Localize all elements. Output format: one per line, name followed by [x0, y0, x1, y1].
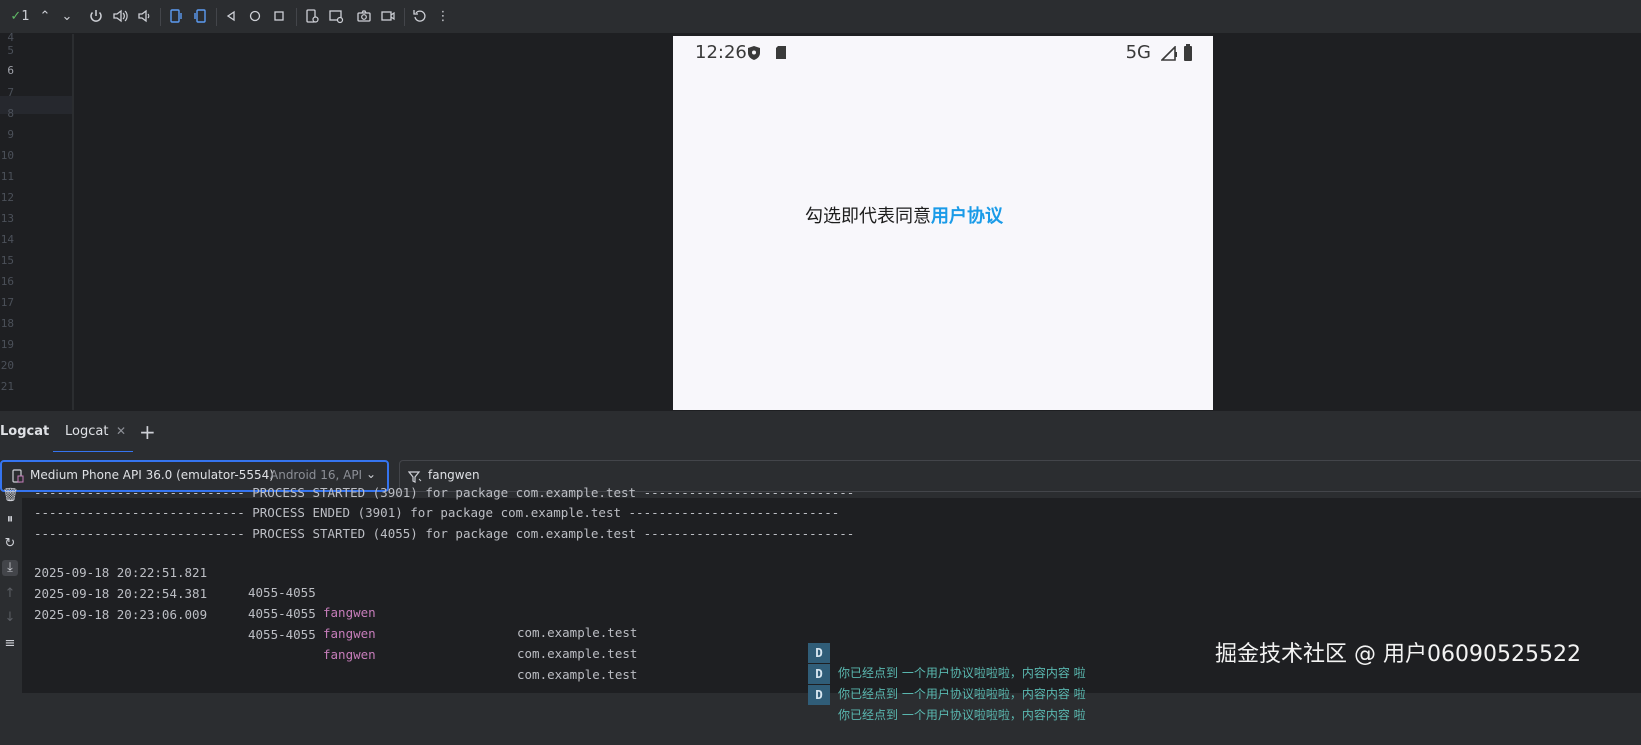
- log-level-badge: D: [808, 643, 830, 663]
- back-icon[interactable]: [224, 8, 240, 26]
- clear-log-icon[interactable]: 🗑: [2, 488, 19, 504]
- line-number: 17: [0, 296, 14, 309]
- device-icon: [12, 468, 24, 487]
- line-number: 12: [0, 191, 14, 204]
- chevron-down-icon[interactable]: ⌄: [60, 8, 74, 26]
- add-tab-icon[interactable]: +: [139, 420, 156, 444]
- process-line: ---------------------------- PROCESS END…: [34, 505, 840, 520]
- snapshot-icon[interactable]: [328, 8, 346, 26]
- arrow-up-icon[interactable]: ↑: [2, 586, 18, 602]
- restart-icon[interactable]: ↻: [2, 536, 18, 552]
- device-api: Android 16, API: [270, 468, 363, 482]
- line-number: 13: [0, 212, 14, 225]
- line-number: 4: [7, 31, 14, 44]
- power-icon[interactable]: [88, 8, 106, 26]
- network-type: 5G: [1125, 42, 1151, 63]
- log-package: com.example.test: [517, 625, 638, 640]
- chevron-down-icon: ⌄: [366, 467, 377, 481]
- emulator-toolbar: ✓1 ⌃ ⌄ ⋮: [0, 0, 1641, 34]
- line-number: 7: [7, 86, 14, 99]
- record-icon[interactable]: [380, 8, 398, 26]
- log-level-badge: D: [808, 685, 830, 705]
- log-entry[interactable]: 2025-09-18 20:22:54.381 4055-4055 fangwe…: [22, 564, 1641, 701]
- log-message: 你已经点到 一个用户协议啦啦啦，内容内容 啦: [838, 687, 1086, 701]
- line-number: 15: [0, 254, 14, 267]
- process-line: ---------------------------- PROCESS STA…: [34, 485, 855, 500]
- log-message: 你已经点到 一个用户协议啦啦啦，内容内容 啦: [838, 708, 1086, 722]
- log-pid: 4055-4055: [248, 606, 316, 621]
- volume-up-icon[interactable]: [112, 8, 130, 26]
- rotate-right-icon[interactable]: [192, 8, 210, 26]
- scroll-to-end-icon[interactable]: ⤓: [2, 560, 18, 576]
- run-status[interactable]: ✓1: [6, 8, 34, 26]
- line-number: 20: [0, 359, 14, 372]
- log-tag: fangwen: [323, 605, 376, 620]
- reset-icon[interactable]: [412, 8, 430, 26]
- user-agreement-link[interactable]: 用户协议: [931, 206, 1003, 227]
- log-datetime: 2025-09-18 20:23:06.009: [34, 607, 208, 622]
- close-icon[interactable]: ✕: [116, 424, 126, 438]
- log-tag: fangwen: [323, 626, 376, 641]
- line-number: 21: [0, 380, 14, 393]
- log-package: com.example.test: [517, 646, 638, 661]
- logcat-side-toolbar: 🗑 ⏸ ↻ ⤓ ↑ ↓ ≡: [0, 488, 20, 693]
- line-number: 9: [7, 128, 14, 141]
- device-name: Medium Phone API 36.0 (emulator-5554): [30, 468, 274, 482]
- chevron-up-icon[interactable]: ⌃: [38, 8, 52, 26]
- log-entry[interactable]: 2025-09-18 20:22:51.821 4055-4055 fangwe…: [22, 543, 1641, 680]
- home-icon[interactable]: [248, 8, 264, 26]
- log-entry[interactable]: 2025-09-18 20:23:06.009 4055-4055 fangwe…: [22, 585, 1641, 722]
- emulator-screen[interactable]: 12:26 5G 勾选即代表同意用户协议: [673, 36, 1213, 410]
- pause-icon[interactable]: ⏸: [2, 512, 18, 528]
- line-number: 18: [0, 317, 14, 330]
- panel-title: Logcat: [0, 424, 50, 439]
- line-number: 11: [0, 170, 14, 183]
- filter-value: fangwen: [428, 468, 480, 482]
- log-tag: fangwen: [323, 647, 376, 662]
- tab-logcat[interactable]: Logcat ✕: [53, 411, 133, 453]
- line-number: 8: [7, 107, 14, 120]
- agreement-label: 勾选即代表同意: [805, 206, 931, 227]
- fold-icon[interactable]: [304, 8, 322, 26]
- log-pid: 4055-4055: [248, 627, 316, 642]
- line-number: 14: [0, 233, 14, 246]
- signal-icon: [1160, 45, 1177, 65]
- line-number: 10: [0, 149, 14, 162]
- sdcard-icon: [775, 45, 787, 64]
- more-icon[interactable]: ⋮: [436, 8, 450, 26]
- process-line: ---------------------------- PROCESS STA…: [34, 526, 855, 541]
- logcat-tab-bar: Logcat Logcat ✕ +: [0, 410, 1641, 453]
- agreement-text[interactable]: 勾选即代表同意用户协议: [805, 202, 1003, 228]
- tab-label: Logcat: [65, 424, 109, 439]
- soft-wrap-icon[interactable]: ≡: [2, 636, 18, 652]
- log-level-badge: D: [808, 664, 830, 684]
- status-time: 12:26: [695, 42, 747, 63]
- camera-icon[interactable]: [356, 8, 374, 26]
- volume-down-icon[interactable]: [136, 8, 154, 26]
- overview-icon[interactable]: [272, 8, 288, 26]
- run-count: 1: [21, 9, 30, 24]
- editor-gutter: 4 5 6 7 8 9 10 11 12 13 14 15 16 17 18 1…: [0, 31, 73, 410]
- line-number: 16: [0, 275, 14, 288]
- shield-icon: [747, 45, 761, 65]
- line-number: 19: [0, 338, 14, 351]
- arrow-down-icon[interactable]: ↓: [2, 610, 18, 626]
- check-icon: ✓: [10, 9, 22, 24]
- site-watermark: 掘金技术社区 @ 用户06090525522: [1215, 642, 1581, 667]
- log-message: 你已经点到 一个用户协议啦啦啦，内容内容 啦: [838, 666, 1086, 680]
- rotate-left-icon[interactable]: [168, 8, 186, 26]
- line-number-active: 6: [7, 64, 14, 77]
- line-number: 5: [7, 44, 14, 57]
- battery-icon: [1183, 44, 1193, 65]
- log-package: com.example.test: [517, 667, 638, 682]
